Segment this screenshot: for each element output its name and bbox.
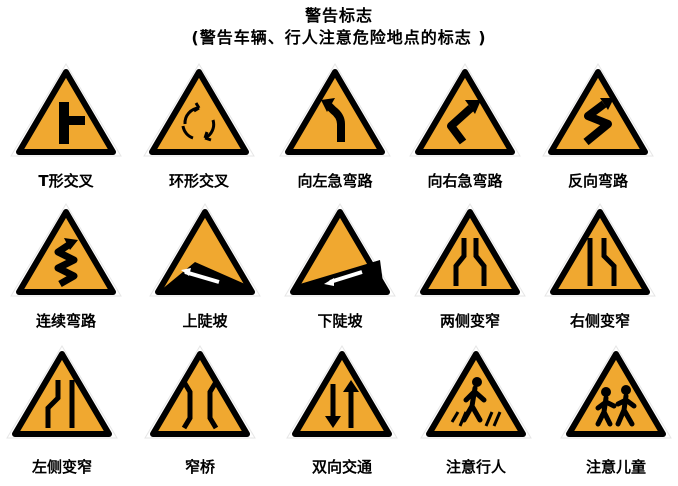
children-crossing-icon — [556, 340, 676, 444]
sign-label: 注意儿童 — [585, 458, 646, 476]
two-way-traffic-icon — [282, 340, 402, 444]
sign-label: 下陡坡 — [317, 312, 363, 330]
t-junction-icon — [6, 58, 126, 162]
pedestrian-crossing-icon — [416, 340, 536, 444]
steep-ascent-icon — [145, 198, 265, 302]
sharp-left-curve-icon — [275, 58, 395, 162]
sign-label: 注意行人 — [445, 458, 506, 476]
sign-grid: T形交叉 环形交叉 向左急弯路 向右急弯路 反向弯路 连续弯路 上陡坡 下陡坡 … — [0, 0, 678, 486]
road-narrows-both-icon — [410, 198, 530, 302]
road-narrows-right-icon — [540, 198, 660, 302]
winding-road-icon — [6, 198, 126, 302]
sign-label: 窄桥 — [184, 458, 215, 476]
sharp-right-curve-icon — [405, 58, 525, 162]
sign-label: 向左急弯路 — [297, 172, 373, 190]
sign-label: 左侧变窄 — [31, 458, 92, 476]
sign-label: 连续弯路 — [35, 312, 96, 330]
steep-descent-icon — [280, 198, 400, 302]
reverse-curve-icon — [538, 58, 658, 162]
sign-label: 上陡坡 — [182, 312, 228, 330]
sign-label: 右侧变窄 — [569, 312, 630, 330]
roundabout-icon — [139, 58, 259, 162]
sign-label: T形交叉 — [38, 172, 94, 190]
sign-label: 向右急弯路 — [427, 172, 503, 190]
sign-label: 环形交叉 — [168, 172, 229, 190]
road-narrows-left-icon — [2, 340, 122, 444]
sign-label: 两侧变窄 — [439, 312, 500, 330]
narrow-bridge-icon — [140, 340, 260, 444]
sign-label: 反向弯路 — [567, 172, 628, 190]
sign-label: 双向交通 — [311, 458, 372, 476]
